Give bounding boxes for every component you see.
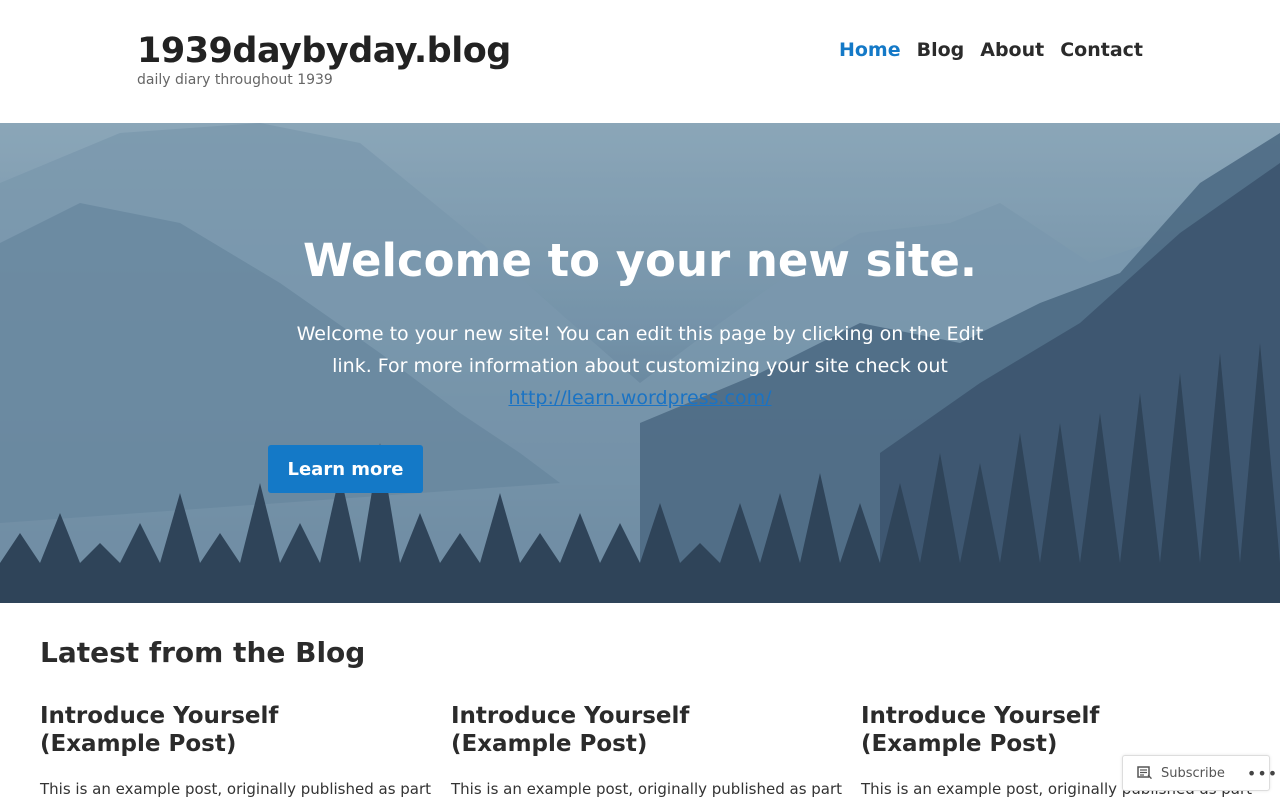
hero-title: Welcome to your new site. <box>302 234 977 287</box>
learn-more-button[interactable]: Learn more <box>268 445 423 493</box>
hero-description-text: Welcome to your new site! You can edit t… <box>296 323 984 377</box>
subscribe-button[interactable]: Subscribe <box>1123 756 1225 790</box>
hero-description: Welcome to your new site! You can edit t… <box>280 318 1000 414</box>
nav-about[interactable]: About <box>980 38 1044 62</box>
post-title[interactable]: Introduce Yourself (Example Post) <box>451 702 831 758</box>
blog-post-card: Introduce Yourself (Example Post) This i… <box>40 702 432 800</box>
main-nav: Home Blog About Contact <box>839 38 1143 62</box>
learn-wordpress-link[interactable]: http://learn.wordpress.com/ <box>508 387 771 409</box>
subscribe-widget: Subscribe ••• <box>1122 755 1277 791</box>
nav-blog[interactable]: Blog <box>917 38 965 62</box>
subscribe-label: Subscribe <box>1161 765 1225 781</box>
blog-section-heading: Latest from the Blog <box>40 636 366 669</box>
post-excerpt: This is an example post, originally publ… <box>451 780 843 798</box>
hero-content: Welcome to your new site. Welcome to you… <box>0 123 1280 603</box>
nav-home[interactable]: Home <box>839 38 901 62</box>
post-title[interactable]: Introduce Yourself (Example Post) <box>40 702 420 758</box>
hero-section: Welcome to your new site. Welcome to you… <box>0 123 1280 603</box>
site-tagline: daily diary throughout 1939 <box>137 72 333 88</box>
post-excerpt: This is an example post, originally publ… <box>40 780 432 798</box>
site-header: 1939daybyday.blog daily diary throughout… <box>0 0 1280 123</box>
site-title[interactable]: 1939daybyday.blog <box>137 30 511 72</box>
post-title[interactable]: Introduce Yourself (Example Post) <box>861 702 1241 758</box>
nav-contact[interactable]: Contact <box>1060 38 1143 62</box>
more-options-icon[interactable]: ••• <box>1247 764 1278 783</box>
blog-post-card: Introduce Yourself (Example Post) This i… <box>451 702 843 800</box>
reader-icon <box>1137 766 1152 779</box>
